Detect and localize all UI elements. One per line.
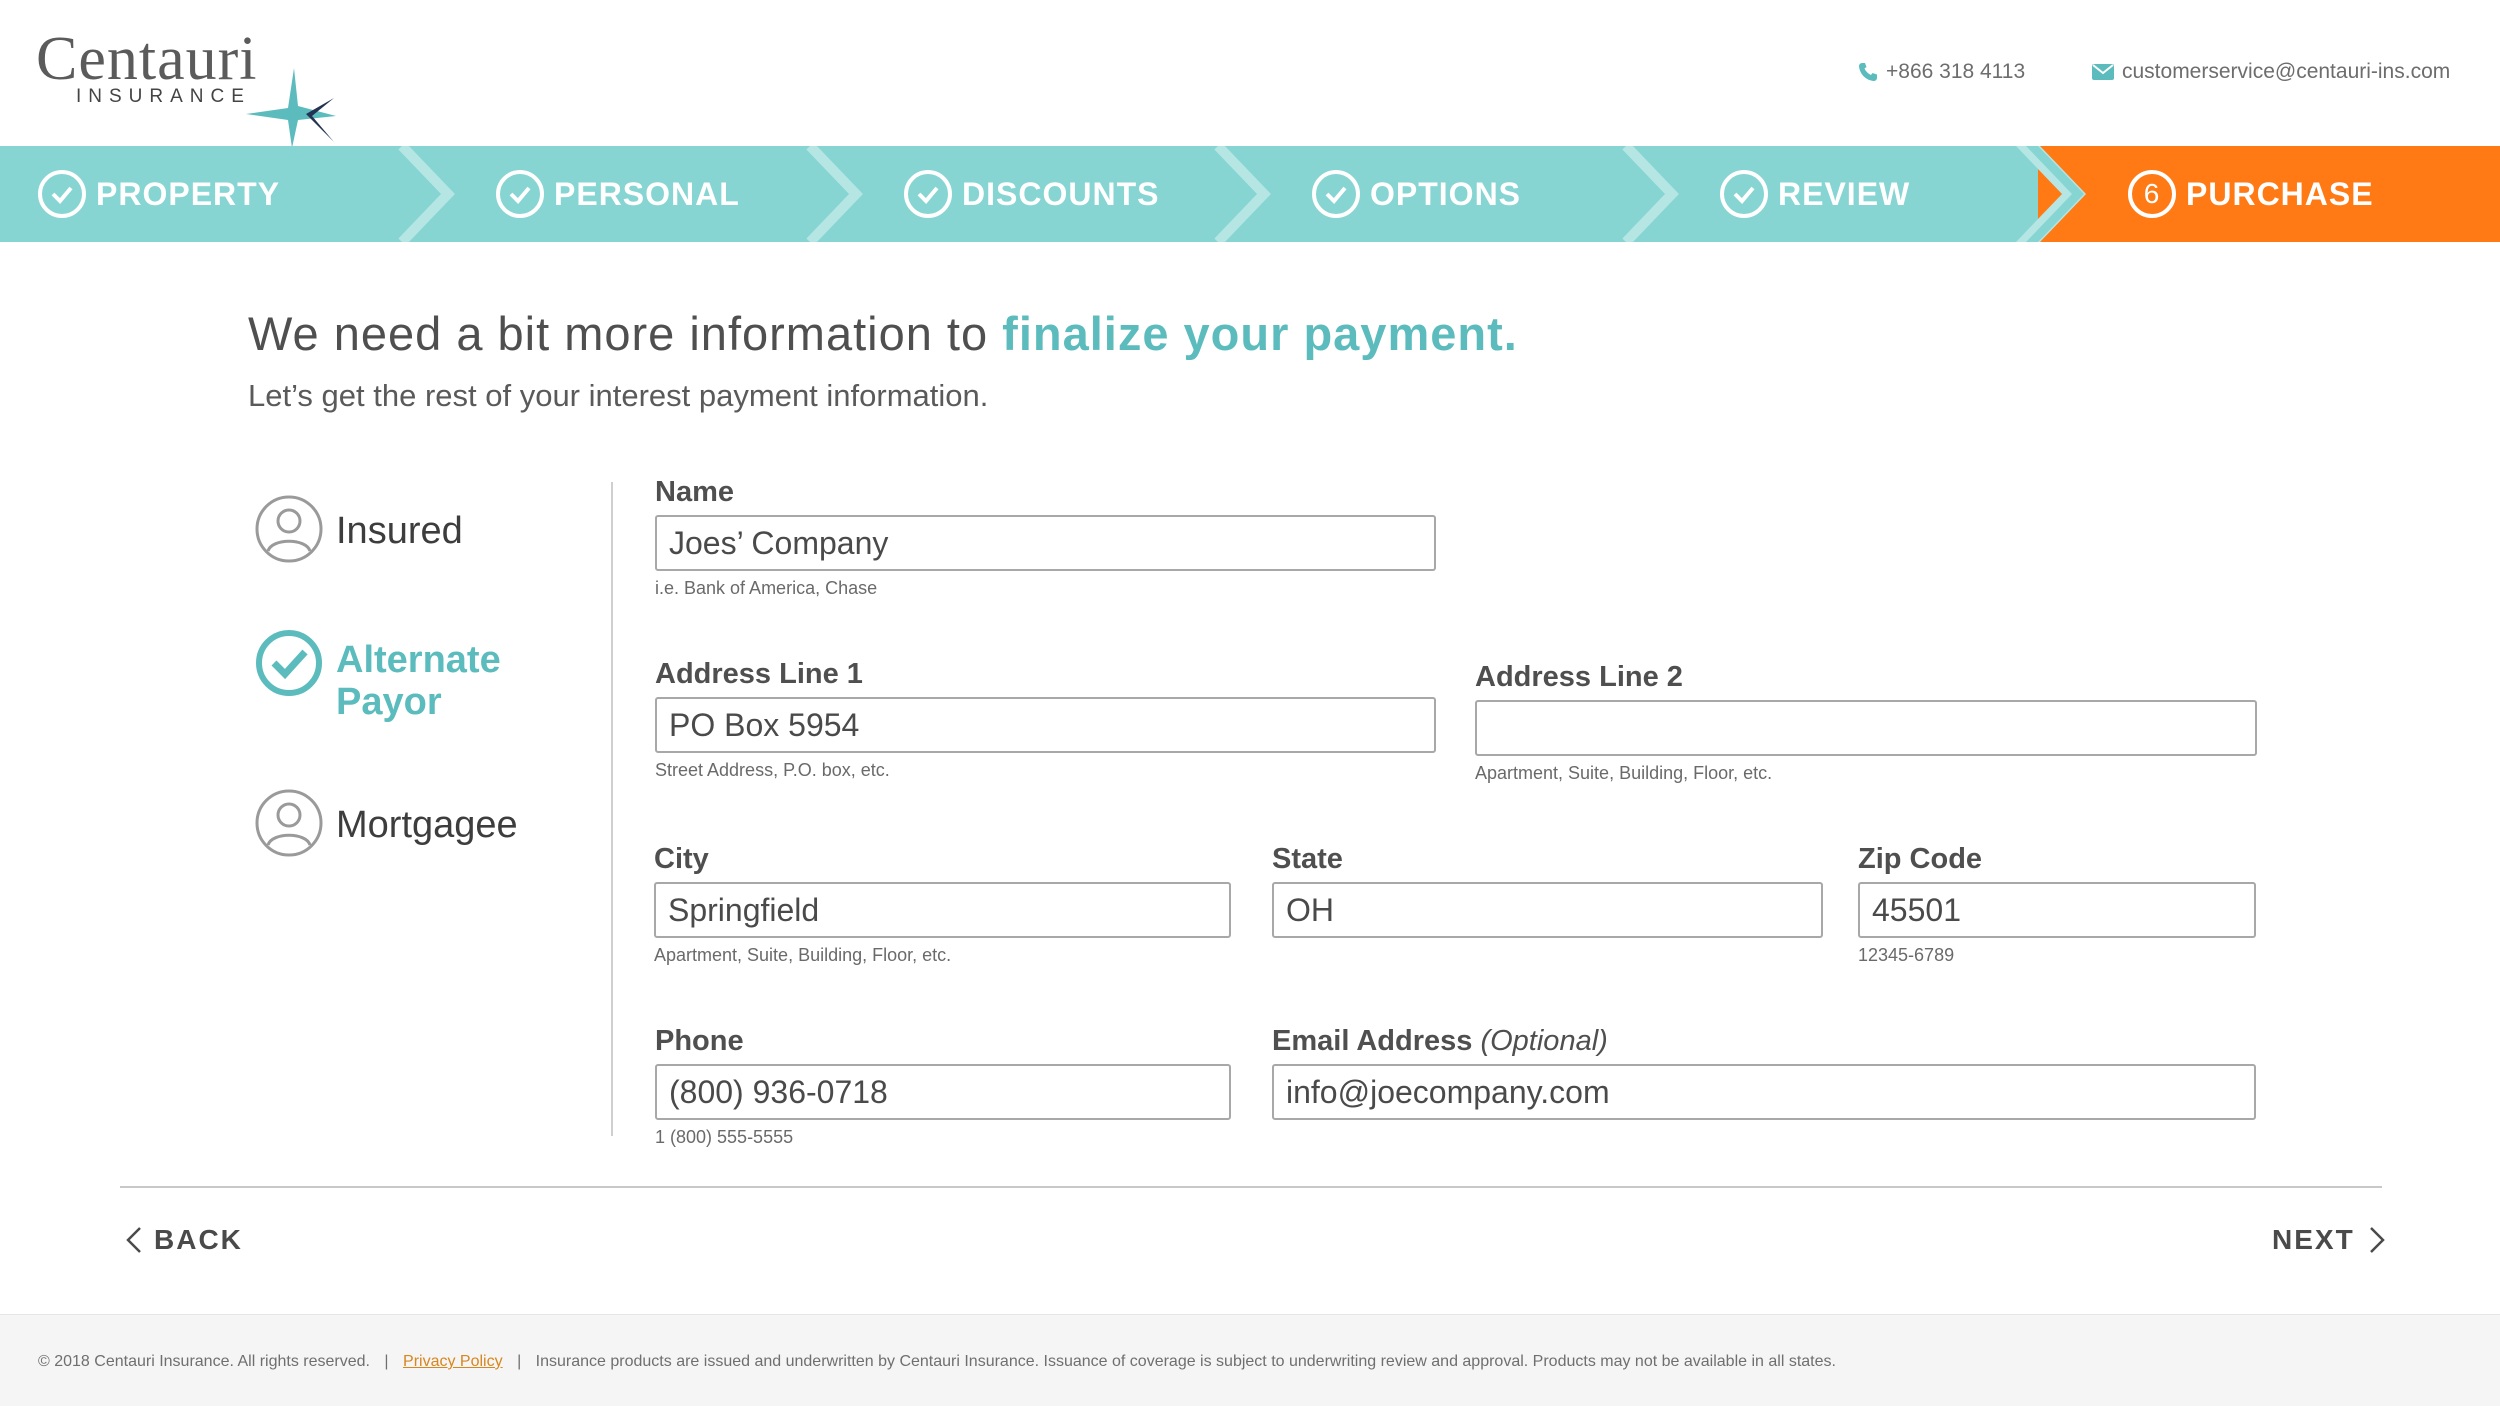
email-label-text: Email Address	[1272, 1025, 1473, 1057]
progress-stepper: PROPERTY PERSONAL DISCOUNTS OPTIONS REVI…	[0, 146, 2500, 242]
logo-subtext: INSURANCE	[76, 86, 251, 107]
logo-wordmark: Centauri	[36, 25, 258, 93]
step-separator-chevron	[806, 146, 863, 242]
step-number-badge: 6	[2128, 170, 2176, 218]
step-property[interactable]: PROPERTY	[38, 146, 280, 242]
page-subtitle: Let’s get the rest of your interest paym…	[248, 378, 989, 413]
name-label: Name	[655, 476, 734, 508]
footer-separator: |	[517, 1353, 522, 1370]
address-line-2-input[interactable]	[1475, 700, 2257, 756]
envelope-icon	[2092, 64, 2114, 80]
optional-tag: (Optional)	[1480, 1025, 1608, 1057]
centauri-logo[interactable]: Centauri INSURANCE	[36, 25, 336, 148]
step-label: REVIEW	[1778, 175, 1911, 212]
sidebar-item-label: Insured	[336, 510, 463, 552]
sidebar-item-alternate-payor[interactable]: Alternate Payor	[254, 628, 501, 723]
phone-number: +866 318 4113	[1886, 60, 2026, 83]
chevron-right-icon	[2369, 1227, 2385, 1253]
page-title-prefix: We need a bit more information to	[248, 307, 1003, 360]
step-discounts[interactable]: DISCOUNTS	[904, 146, 1159, 242]
page-title: We need a bit more information to finali…	[248, 306, 1518, 361]
address-line-2-help: Apartment, Suite, Building, Floor, etc.	[1475, 763, 1773, 783]
sidebar-item-label: Alternate Payor	[336, 639, 501, 723]
step-separator-chevron	[1214, 146, 1271, 242]
header: Centauri INSURANCE +866 318 4113 custome…	[0, 0, 2500, 148]
check-circle-icon	[256, 630, 322, 696]
zip-code-help: 12345-6789	[1858, 945, 1955, 965]
sidebar-item-mortgagee[interactable]: Mortgagee	[254, 788, 518, 858]
name-help: i.e. Bank of America, Chase	[655, 578, 878, 598]
address-line-2-label: Address Line 2	[1475, 661, 1683, 693]
contact-phone[interactable]: +866 318 4113	[1858, 60, 2025, 84]
state-input[interactable]	[1272, 882, 1823, 938]
zip-code-input[interactable]	[1858, 882, 2256, 938]
address-line-1-help: Street Address, P.O. box, etc.	[655, 760, 890, 780]
email-label: Email Address (Optional)	[1272, 1025, 1608, 1058]
step-options[interactable]: OPTIONS	[1312, 146, 1521, 242]
city-help: Apartment, Suite, Building, Floor, etc.	[654, 945, 952, 965]
step-label: PROPERTY	[96, 175, 281, 212]
sidebar-label-line1: Alternate	[336, 639, 501, 681]
address-line-1-label: Address Line 1	[655, 658, 863, 690]
footer-separator: |	[384, 1353, 389, 1370]
sidebar-item-insured[interactable]: Insured	[254, 494, 463, 564]
state-label: State	[1272, 843, 1343, 875]
privacy-policy-link[interactable]: Privacy Policy	[403, 1353, 503, 1370]
user-icon	[255, 495, 323, 563]
copyright: © 2018 Centauri Insurance. All rights re…	[38, 1353, 370, 1370]
step-label: DISCOUNTS	[962, 175, 1160, 212]
vertical-divider	[611, 482, 613, 1136]
step-separator-chevron	[1622, 146, 1679, 242]
address-line-1-input[interactable]	[655, 697, 1436, 753]
step-separator-chevron	[2016, 146, 2086, 242]
disclaimer: Insurance products are issued and underw…	[535, 1353, 1836, 1370]
phone-label: Phone	[655, 1025, 744, 1057]
next-label: NEXT	[2272, 1224, 2355, 1255]
sidebar-item-label: Mortgagee	[336, 804, 518, 846]
check-circle-icon	[904, 170, 952, 218]
horizontal-divider	[120, 1186, 2382, 1188]
step-review[interactable]: REVIEW	[1720, 146, 1910, 242]
zip-code-label: Zip Code	[1858, 843, 1983, 875]
step-personal[interactable]: PERSONAL	[496, 146, 740, 242]
step-label: PURCHASE	[2186, 175, 2374, 212]
star-logo-icon	[246, 68, 336, 148]
check-circle-icon	[1720, 170, 1768, 218]
step-separator-chevron	[398, 146, 455, 242]
check-circle-icon	[1312, 170, 1360, 218]
footer-text: © 2018 Centauri Insurance. All rights re…	[38, 1353, 1836, 1371]
check-circle-icon	[38, 170, 86, 218]
phone-input[interactable]	[655, 1064, 1231, 1120]
back-label: BACK	[154, 1224, 243, 1255]
phone-help: 1 (800) 555-5555	[655, 1127, 794, 1147]
email-input[interactable]	[1272, 1064, 2256, 1120]
sidebar-label-line2: Payor	[336, 681, 442, 723]
next-button[interactable]: NEXT	[2272, 1224, 2387, 1256]
step-purchase[interactable]: 6 PURCHASE	[2128, 146, 2374, 242]
check-circle-icon	[496, 170, 544, 218]
back-button[interactable]: BACK	[124, 1224, 243, 1256]
contact-email[interactable]: customerservice@centauri-ins.com	[2092, 60, 2450, 84]
user-icon	[255, 789, 323, 857]
city-label: City	[654, 843, 709, 875]
city-input[interactable]	[654, 882, 1231, 938]
step-label: PERSONAL	[554, 175, 740, 212]
phone-icon	[1858, 62, 1878, 82]
step-label: OPTIONS	[1370, 175, 1522, 212]
name-input[interactable]	[655, 515, 1436, 571]
email-address: customerservice@centauri-ins.com	[2122, 60, 2451, 83]
chevron-left-icon	[126, 1227, 141, 1253]
page-title-highlight: finalize your payment.	[1002, 307, 1518, 360]
footer: © 2018 Centauri Insurance. All rights re…	[0, 1314, 2500, 1406]
